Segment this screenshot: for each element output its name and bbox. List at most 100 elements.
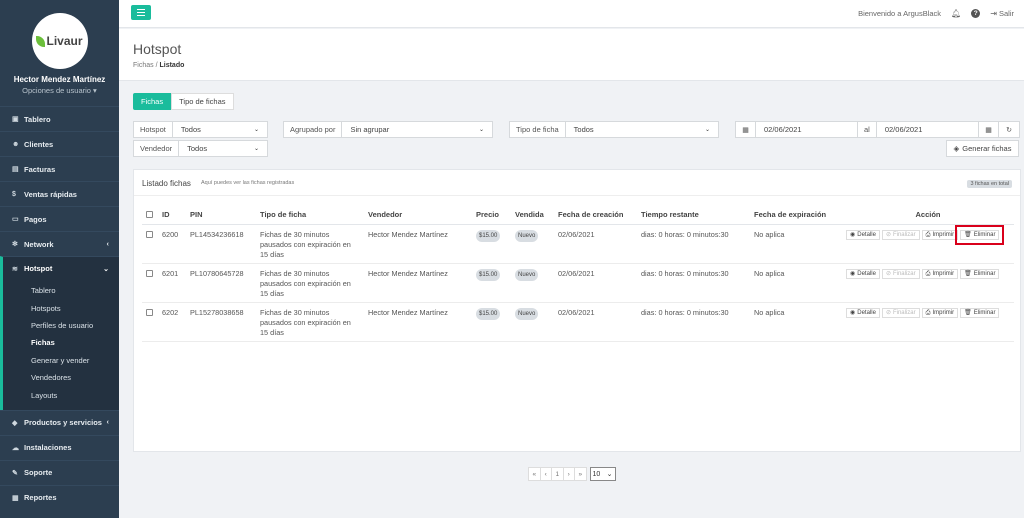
- print-button[interactable]: ⎙ Imprimir: [921, 307, 959, 318]
- user-profile: Livaur Hector Mendez Martínez Opciones d…: [0, 0, 119, 106]
- sidebar-item-facturas[interactable]: ▤ Facturas: [0, 156, 119, 181]
- print-button[interactable]: ⎙ Imprimir: [921, 268, 959, 279]
- calendar-icon[interactable]: ▦: [979, 122, 999, 137]
- col-type[interactable]: Tipo de ficha: [256, 206, 364, 225]
- seller-filter: Vendedor Todos ⌄: [133, 140, 268, 157]
- sidebar-item-hotspot[interactable]: ≋ Hotspot ⌄: [0, 256, 119, 280]
- chevron-down-icon: ⌄: [253, 146, 259, 152]
- sidebar-item-reportes[interactable]: ▦ Reportes: [0, 484, 119, 510]
- payments-icon: ▭: [12, 216, 19, 223]
- sidebar-item-tablero[interactable]: ▣ Tablero: [0, 106, 119, 131]
- print-button[interactable]: ⎙ Imprimir: [921, 229, 959, 240]
- wrench-icon: ✎: [12, 469, 18, 477]
- detail-button[interactable]: ◉ Detalle: [846, 307, 880, 318]
- price-badge: $15.00: [476, 268, 501, 281]
- date-from-input[interactable]: 02/06/2021: [756, 122, 858, 137]
- sidebar-item-pagos[interactable]: ▭ Pagos: [0, 206, 119, 231]
- sidebar-item-soporte[interactable]: ✎ Soporte: [0, 459, 119, 485]
- dollar-icon: $: [12, 190, 16, 198]
- submenu-item-vendedores[interactable]: Vendedores: [3, 369, 119, 386]
- col-remaining[interactable]: Tiempo restante: [637, 206, 750, 225]
- submenu-item-layouts[interactable]: Layouts: [3, 386, 119, 403]
- row-checkbox[interactable]: [146, 230, 153, 238]
- page-title: Hotspot: [133, 41, 182, 57]
- cell-sold: Nuevo: [511, 302, 554, 342]
- type-filter: Tipo de ficha Todos ⌄: [509, 121, 719, 138]
- calendar-icon[interactable]: ▦: [736, 122, 756, 137]
- cell-expires: No aplica: [750, 263, 842, 303]
- hotspot-filter: Hotspot Todos ⌄: [133, 121, 268, 138]
- wifi-icon: ≋: [12, 265, 18, 273]
- col-sold[interactable]: Vendida: [511, 206, 554, 225]
- trash-icon: 🗑︎: [964, 231, 972, 238]
- col-price[interactable]: Precio: [472, 206, 511, 225]
- company-logo: Livaur: [31, 13, 88, 69]
- col-created[interactable]: Fecha de creación: [554, 206, 637, 225]
- submenu-item-tablero[interactable]: Tablero: [3, 282, 119, 299]
- finalize-button: ⊘ Finalizar: [881, 229, 920, 240]
- network-icon: ✻: [12, 241, 18, 248]
- sidebar-item-network[interactable]: ✻ Network ‹: [0, 231, 119, 256]
- cell-created: 02/06/2021: [554, 224, 637, 264]
- col-pin[interactable]: PIN: [186, 206, 256, 225]
- type-select[interactable]: Todos ⌄: [566, 122, 718, 137]
- action-buttons: ◉ Detalle ⊘ Finalizar ⎙ Imprimir 🗑︎ Eliminar: [846, 307, 1010, 318]
- help-icon[interactable]: ?: [971, 9, 981, 18]
- hotspot-select[interactable]: Todos ⌄: [173, 122, 267, 137]
- cell-expires: No aplica: [750, 224, 842, 264]
- sidebar-item-ventas-rapidas[interactable]: $ Ventas rápidas: [0, 181, 119, 206]
- logout-icon: ⇥: [990, 9, 997, 18]
- logout-link[interactable]: ⇥ Salir: [990, 9, 1014, 18]
- status-badge: Nuevo: [515, 268, 539, 281]
- date-separator: al: [858, 122, 877, 137]
- seller-select[interactable]: Todos ⌄: [179, 141, 267, 156]
- select-all-checkbox[interactable]: [146, 210, 153, 218]
- user-options-dropdown[interactable]: Opciones de usuario ▾: [0, 86, 119, 95]
- col-action: Acción: [842, 206, 1014, 225]
- table-row: 6201 PL10780645728 Fichas de 30 minutos …: [142, 263, 1014, 303]
- bell-icon[interactable]: 🔔︎: [951, 9, 961, 18]
- sidebar-item-clientes[interactable]: ☻ Clientes: [0, 131, 119, 156]
- grouped-select[interactable]: Sin agrupar ⌄: [342, 122, 492, 137]
- col-id[interactable]: ID: [158, 206, 186, 225]
- cell-id: 6201: [158, 263, 186, 303]
- users-icon: ☻: [12, 140, 20, 148]
- submenu-item-fichas[interactable]: Fichas: [3, 334, 119, 351]
- row-checkbox[interactable]: [146, 269, 153, 277]
- submenu-item-generar-vender[interactable]: Generar y vender: [3, 352, 119, 369]
- table-row: 6202 PL15278038658 Fichas de 30 minutos …: [142, 302, 1014, 342]
- tab-tipo-de-fichas[interactable]: Tipo de fichas: [171, 93, 234, 110]
- submenu-item-perfiles[interactable]: Perfiles de usuario: [3, 317, 119, 334]
- sidebar-item-productos[interactable]: ◆ Productos y servicios ‹: [0, 409, 119, 435]
- menu-toggle-button[interactable]: [131, 5, 151, 20]
- last-page-button[interactable]: »: [574, 467, 587, 481]
- trash-icon: 🗑︎: [964, 270, 972, 277]
- tab-fichas[interactable]: Fichas: [133, 93, 172, 110]
- total-count-badge: 3 fichas en total: [967, 180, 1012, 188]
- detail-button[interactable]: ◉ Detalle: [846, 268, 880, 279]
- cell-id: 6202: [158, 302, 186, 342]
- delete-button[interactable]: 🗑︎ Eliminar: [960, 268, 1000, 279]
- delete-button[interactable]: 🗑︎ Eliminar: [960, 307, 1000, 318]
- generate-fichas-button[interactable]: ◈ Generar fichas: [946, 140, 1019, 157]
- status-badge: Nuevo: [515, 229, 539, 242]
- tag-icon: ◈: [953, 144, 960, 153]
- date-to-input[interactable]: 02/06/2021: [877, 122, 979, 137]
- reports-icon: ▦: [12, 494, 19, 502]
- cell-type: Fichas de 30 minutos pausados con expira…: [256, 224, 364, 264]
- col-expires[interactable]: Fecha de expiración: [750, 206, 842, 225]
- refresh-icon[interactable]: ↻: [999, 122, 1019, 137]
- delete-button[interactable]: 🗑︎ Eliminar: [955, 224, 1005, 245]
- chevron-down-icon: ⌄: [253, 127, 259, 133]
- panel-header: Listado fichas Aquí puedes ver las ficha…: [134, 170, 1020, 196]
- invoice-icon: ▤: [12, 166, 19, 173]
- row-checkbox[interactable]: [146, 308, 153, 316]
- detail-button[interactable]: ◉ Detalle: [846, 229, 880, 240]
- logo-text: Livaur: [46, 34, 83, 48]
- col-seller[interactable]: Vendedor: [364, 206, 472, 225]
- cell-actions: ◉ Detalle ⊘ Finalizar ⎙ Imprimir 🗑︎ Eliminar: [842, 263, 1014, 303]
- sidebar-item-instalaciones[interactable]: ☁ Instalaciones: [0, 434, 119, 460]
- page-size-select[interactable]: 10 ⌄: [589, 467, 616, 481]
- submenu-item-hotspots[interactable]: Hotspots: [3, 299, 119, 316]
- breadcrumb-parent[interactable]: Fichas: [133, 62, 154, 69]
